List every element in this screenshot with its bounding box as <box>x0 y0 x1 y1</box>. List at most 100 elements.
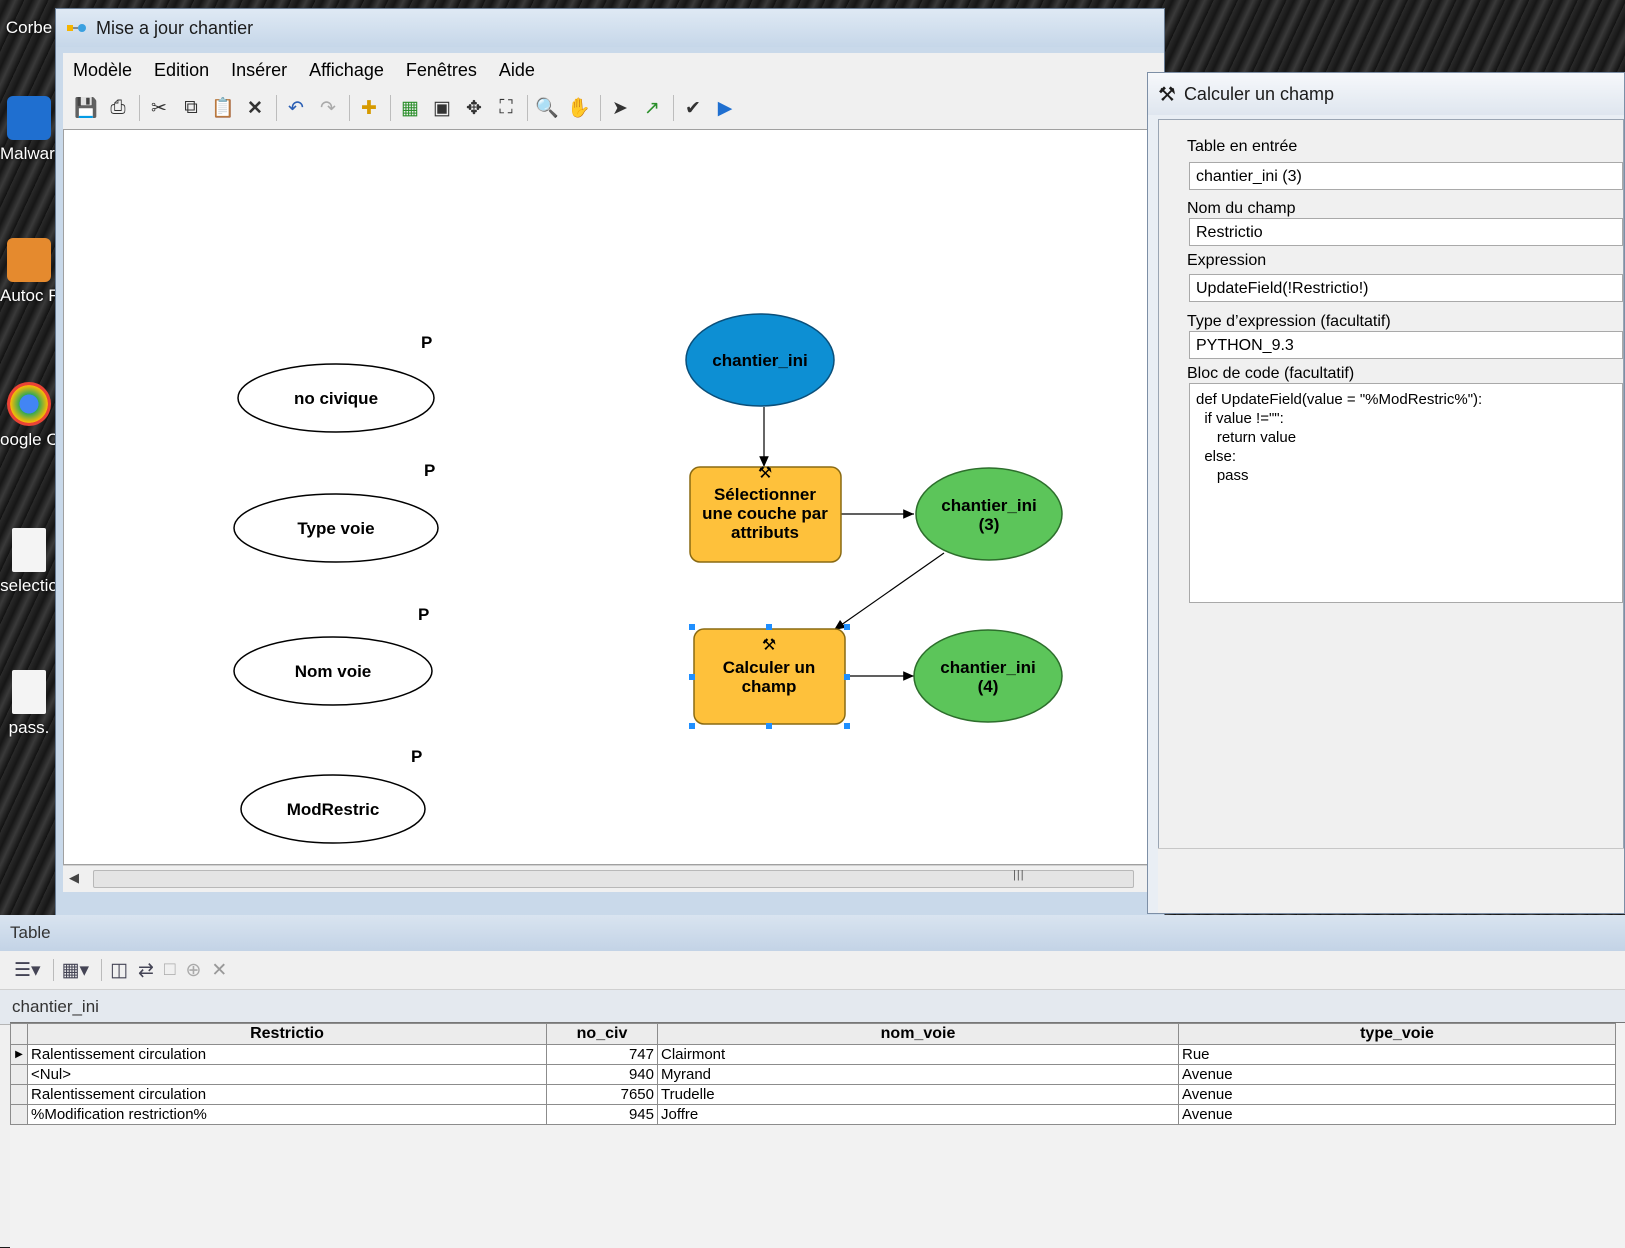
table-row[interactable]: ▶ Ralentissement circulation 747 Clairmo… <box>10 1044 1616 1065</box>
desktop-icon-malware[interactable]: Malware <box>0 96 58 164</box>
dialog-footer <box>1158 848 1624 913</box>
cell-type-voie[interactable]: Avenue <box>1178 1064 1616 1085</box>
cell-type-voie[interactable]: Avenue <box>1178 1084 1616 1105</box>
column-header-nom-voie[interactable]: nom_voie <box>657 1023 1179 1045</box>
menu-bar: Modèle Edition Insérer Affichage Fenêtre… <box>63 53 1164 87</box>
delete-selected-icon[interactable]: ✕ <box>211 959 227 982</box>
output-data-chantier-ini-3[interactable]: chantier_ini (3) <box>915 467 1063 561</box>
row-selector[interactable] <box>10 1084 28 1105</box>
validate-icon[interactable]: ✔ <box>680 95 706 121</box>
desktop-icon-autocad[interactable]: Autoc ReM <box>0 238 58 306</box>
connect-icon[interactable]: ↗ <box>639 95 665 121</box>
zoom-out-fixed-icon[interactable]: ⛶ <box>493 95 519 121</box>
select-icon[interactable]: ➤ <box>607 95 633 121</box>
cell-no-civ[interactable]: 945 <box>546 1104 658 1125</box>
cell-restrictio[interactable]: Ralentissement circulation <box>27 1084 547 1105</box>
scroll-thumb[interactable] <box>93 870 1134 888</box>
copy-icon[interactable]: ⧉ <box>178 95 204 121</box>
save-icon[interactable]: 💾 <box>73 95 99 121</box>
menu-affichage[interactable]: Affichage <box>309 60 384 81</box>
input-data-chantier-ini[interactable]: chantier_ini <box>685 313 835 407</box>
desktop-icon-pass[interactable]: pass. <box>0 670 58 738</box>
window-titlebar[interactable]: Mise a jour chantier <box>56 9 1164 47</box>
input-table-field[interactable]: chantier_ini (3) <box>1189 162 1623 190</box>
cell-no-civ[interactable]: 7650 <box>546 1084 658 1105</box>
menu-modele[interactable]: Modèle <box>73 60 132 81</box>
auto-layout-icon[interactable]: ▦ <box>397 95 423 121</box>
row-selector-header[interactable] <box>10 1023 28 1045</box>
zoom-to-selected-icon[interactable]: ⊕ <box>185 959 201 982</box>
scroll-grip-icon: ||| <box>1013 869 1025 881</box>
select-by-attributes-icon[interactable]: ◫ <box>110 959 128 982</box>
parameter-no-civique[interactable]: P no civique <box>237 333 435 433</box>
desktop-icon-chrome[interactable]: oogle C <box>0 382 58 450</box>
cut-icon[interactable]: ✂ <box>146 95 172 121</box>
text-file-icon <box>12 528 46 572</box>
expression-label: Expression <box>1187 252 1267 269</box>
scroll-left-icon[interactable]: ◀ <box>69 870 79 886</box>
node-label: champ <box>742 677 797 696</box>
run-icon[interactable]: ▶ <box>712 95 738 121</box>
table-row[interactable]: <Nul> 940 Myrand Avenue <box>10 1064 1616 1085</box>
column-header-restrictio[interactable]: Restrictio <box>27 1023 547 1045</box>
cell-no-civ[interactable]: 747 <box>546 1044 658 1065</box>
parameter-nom-voie[interactable]: P Nom voie <box>233 605 433 706</box>
current-row-indicator-icon[interactable]: ▶ <box>10 1044 28 1065</box>
menu-fenetres[interactable]: Fenêtres <box>406 60 477 81</box>
parameter-modrestric[interactable]: P ModRestric <box>240 747 426 844</box>
zoom-in-icon[interactable]: 🔍 <box>534 95 560 121</box>
related-tables-icon[interactable]: ▦▾ <box>62 959 90 982</box>
table-row[interactable]: Ralentissement circulation 7650 Trudelle… <box>10 1084 1616 1105</box>
desktop-icon-selection[interactable]: selectio <box>0 528 58 596</box>
table-row[interactable]: %Modification restriction% 945 Joffre Av… <box>10 1104 1616 1125</box>
field-name-field[interactable]: Restrictio <box>1189 218 1623 246</box>
full-extent-icon[interactable]: ▣ <box>429 95 455 121</box>
cell-restrictio[interactable]: <Nul> <box>27 1064 547 1085</box>
menu-aide[interactable]: Aide <box>499 60 535 81</box>
undo-icon[interactable]: ↶ <box>283 95 309 121</box>
model-canvas[interactable]: P no civique P Type voie P Nom voie P Mo… <box>63 129 1164 865</box>
print-icon[interactable]: ⎙ <box>105 95 131 121</box>
row-selector[interactable] <box>10 1104 28 1125</box>
tool-select-by-attributes[interactable]: ⚒ Sélectionner une couche par attributs <box>689 465 842 563</box>
cell-type-voie[interactable]: Rue <box>1178 1044 1616 1065</box>
node-label: Sélectionner <box>714 485 816 504</box>
cell-type-voie[interactable]: Avenue <box>1178 1104 1616 1125</box>
pan-icon[interactable]: ✋ <box>566 95 592 121</box>
zoom-in-fixed-icon[interactable]: ✥ <box>461 95 487 121</box>
menu-inserer[interactable]: Insérer <box>231 60 287 81</box>
cell-nom-voie[interactable]: Trudelle <box>657 1084 1179 1105</box>
node-label: (3) <box>979 515 1000 534</box>
output-data-chantier-ini-4[interactable]: chantier_ini (4) <box>913 629 1063 723</box>
cell-restrictio[interactable]: %Modification restriction% <box>27 1104 547 1125</box>
column-header-type-voie[interactable]: type_voie <box>1178 1023 1616 1045</box>
code-block-textarea[interactable]: def UpdateField(value = "%ModRestric%"):… <box>1189 383 1623 603</box>
switch-selection-icon[interactable]: ⇄ <box>138 959 154 982</box>
delete-icon[interactable]: ✕ <box>242 95 268 121</box>
cell-nom-voie[interactable]: Myrand <box>657 1064 1179 1085</box>
expression-type-select[interactable]: PYTHON_9.3 <box>1189 331 1623 359</box>
row-selector[interactable] <box>10 1064 28 1085</box>
paste-icon[interactable]: 📋 <box>210 95 236 121</box>
node-label: une couche par <box>702 504 828 523</box>
cell-no-civ[interactable]: 940 <box>546 1064 658 1085</box>
parameter-type-voie[interactable]: P Type voie <box>233 461 439 563</box>
table-window-title[interactable]: Table <box>0 915 1625 951</box>
table-options-icon[interactable]: ☰▾ <box>14 959 41 982</box>
tool-calculate-field[interactable]: ⚒ Calculer un champ <box>689 624 850 729</box>
dialog-titlebar[interactable]: ⚒ Calculer un champ <box>1148 73 1624 115</box>
cell-nom-voie[interactable]: Clairmont <box>657 1044 1179 1065</box>
table-tab-name[interactable]: chantier_ini <box>0 990 1625 1025</box>
parameter-label: ModRestric <box>287 800 380 819</box>
expression-field[interactable]: UpdateField(!Restrictio!) <box>1189 274 1623 302</box>
menu-edition[interactable]: Edition <box>154 60 209 81</box>
redo-icon[interactable]: ↷ <box>315 95 341 121</box>
clear-selection-icon[interactable]: □ <box>164 959 175 981</box>
cell-nom-voie[interactable]: Joffre <box>657 1104 1179 1125</box>
toolbar: 💾 ⎙ ✂ ⧉ 📋 ✕ ↶ ↷ ✚ ▦ ▣ ✥ ⛶ 🔍 ✋ ➤ ↗ ✔ ▶ <box>63 87 1164 130</box>
cell-restrictio[interactable]: Ralentissement circulation <box>27 1044 547 1065</box>
column-header-no-civ[interactable]: no_civ <box>546 1023 658 1045</box>
horizontal-scrollbar[interactable]: ◀ ||| <box>63 865 1164 892</box>
add-data-icon[interactable]: ✚ <box>356 95 382 121</box>
desktop-icon-recycle-bin[interactable]: Corbe <box>0 18 58 38</box>
